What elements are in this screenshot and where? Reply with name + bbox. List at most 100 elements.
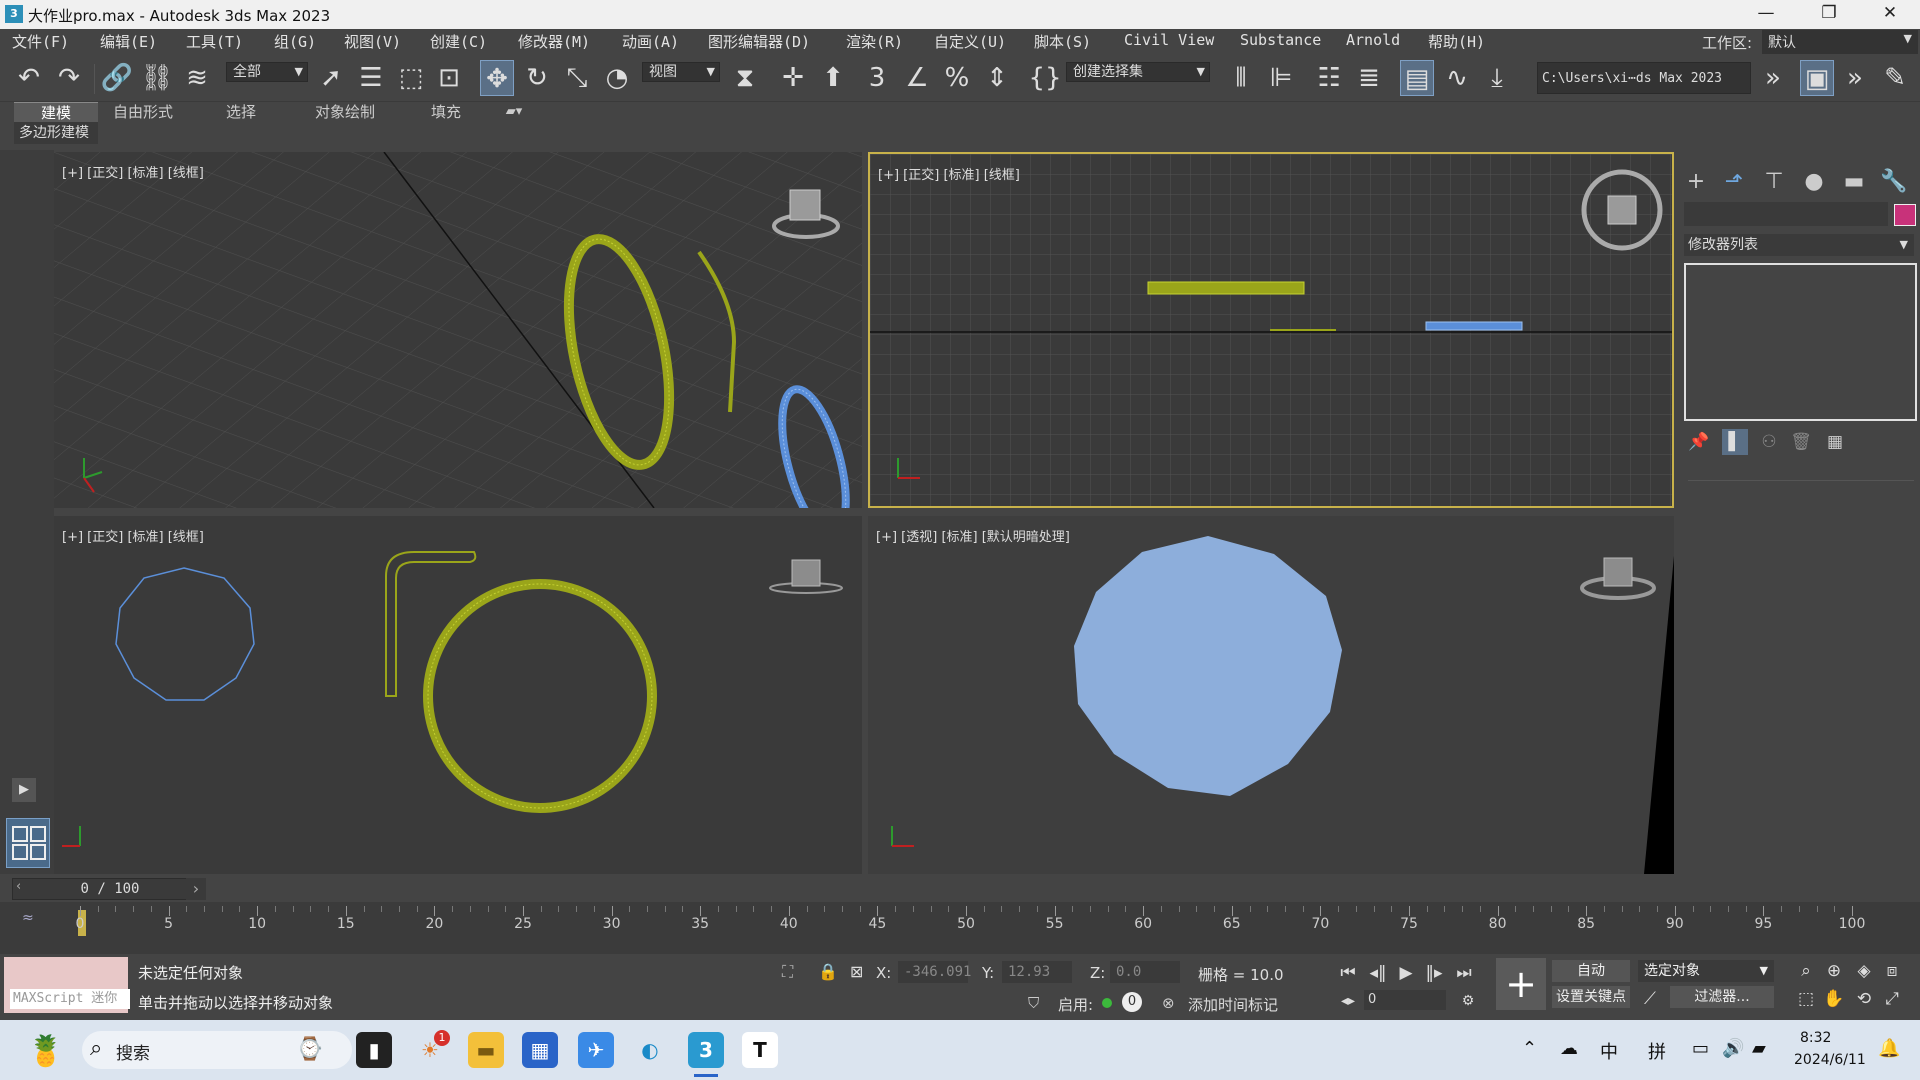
menu-rendering[interactable]: 渲染(R) [846, 31, 903, 52]
torus-yellow-top[interactable] [423, 579, 657, 813]
menu-edit[interactable]: 编辑(E) [100, 31, 157, 52]
mirror-icon[interactable]: ⫴ [1224, 60, 1258, 96]
edit-named-selection-icon[interactable]: {} [1028, 60, 1062, 96]
link-icon[interactable]: 🔗 [100, 60, 134, 96]
create-tab-icon[interactable]: + [1680, 168, 1712, 196]
typora-icon[interactable]: T [742, 1032, 778, 1068]
menu-views[interactable]: 视图(V) [344, 31, 401, 52]
configure-modifier-sets-icon[interactable]: ▦ [1822, 429, 1848, 455]
time-tag-icon[interactable]: ⊗ [1162, 994, 1175, 1012]
chevron-right-icon[interactable]: › [186, 878, 206, 900]
polygon-blue-top[interactable] [115, 567, 255, 701]
start-pineapple-icon[interactable]: 🍍 [26, 1032, 66, 1072]
render-setup-icon[interactable]: ▣ [1800, 60, 1834, 96]
pin-stack-icon[interactable]: 📌 [1686, 429, 1712, 455]
pivot-center-icon[interactable]: ⧗ [728, 60, 762, 96]
isolate-selection-icon[interactable]: ⛶ [782, 962, 793, 982]
maximize-viewport-icon[interactable]: ⤢ [1878, 986, 1906, 1012]
minimize-button[interactable]: — [1740, 0, 1792, 29]
manipulate-icon[interactable]: ✛ [776, 60, 810, 96]
named-selection-dropdown[interactable]: 创建选择集 ▼ [1066, 62, 1210, 82]
curve-editor-icon[interactable]: ∿ [1440, 60, 1474, 96]
feishu-icon[interactable]: ✈ [578, 1032, 614, 1068]
layer-explorer-icon[interactable]: ≣ [1352, 60, 1386, 96]
expand-toolbar-icon-2[interactable]: » [1838, 60, 1872, 96]
align-icon[interactable]: ⊫ [1264, 60, 1298, 96]
current-frame-field[interactable]: 0 [1364, 990, 1446, 1010]
maxscript-input[interactable]: MAXScript 迷你 [10, 989, 130, 1009]
play-icon[interactable]: ▶ [1392, 960, 1420, 986]
viewport-bottom-left[interactable]: [+] [正交] [标准] [线框] [54, 516, 862, 874]
object-name-input[interactable] [1684, 202, 1888, 226]
menu-substance[interactable]: Substance [1240, 31, 1321, 49]
3dsmax-taskbar-icon[interactable]: 3 [688, 1032, 724, 1068]
orbit-icon[interactable]: ⟲ [1850, 986, 1878, 1012]
ime-language[interactable]: 中 [1600, 1038, 1618, 1064]
select-object-icon[interactable]: ➚ [314, 60, 348, 96]
task-view-icon[interactable]: ▮ [356, 1032, 392, 1068]
viewport-top-right[interactable]: [+] [正交] [标准] [线框] [868, 152, 1674, 508]
menu-group[interactable]: 组(G) [274, 31, 316, 52]
render-iterative-icon[interactable]: ✎ [1878, 60, 1912, 96]
key-mode-toggle-icon[interactable]: ◂▸ [1334, 988, 1362, 1014]
time-slider[interactable]: ‹ 0 / 100 [12, 878, 206, 900]
menu-customize[interactable]: 自定义(U) [934, 31, 1006, 52]
pan-view-icon[interactable]: ✋ [1820, 986, 1848, 1012]
chevron-up-icon[interactable]: ⌃ [1522, 1038, 1537, 1059]
volume-icon[interactable]: 🔊 [1722, 1038, 1744, 1059]
field-of-view-icon[interactable]: ⬚ [1792, 986, 1820, 1012]
track-bar[interactable]: ≈ 0 5 10 15 20 25 30 35 40 45 50 55 60 65 70 75 80 85 90 95… [0, 902, 1920, 954]
select-and-move-icon[interactable]: ✥ [480, 60, 514, 96]
project-path-dropdown[interactable]: C:\Users\xi⋯ds Max 2023 [1537, 62, 1751, 94]
viewcube-icon[interactable] [769, 559, 843, 594]
tab-freeform[interactable]: 自由形式 [104, 102, 182, 122]
x-coordinate-field[interactable]: -346.091 [898, 961, 971, 983]
tab-populate[interactable]: 填充 [416, 102, 476, 122]
ime-mode[interactable]: 拼 [1648, 1038, 1666, 1064]
expand-toolbar-icon[interactable]: » [1756, 60, 1790, 96]
selection-filter-dropdown[interactable]: 全部 ▼ [226, 62, 308, 82]
workspace-dropdown[interactable]: 默认 ▼ [1762, 30, 1918, 54]
menu-file[interactable]: 文件(F) [12, 31, 69, 52]
tab-object-paint[interactable]: 对象绘制 [300, 102, 390, 122]
window-crossing-icon[interactable]: ⊡ [432, 60, 466, 96]
go-to-start-icon[interactable]: ⏮ [1334, 960, 1362, 986]
menu-arnold[interactable]: Arnold [1346, 31, 1400, 49]
menu-civil-view[interactable]: Civil View [1124, 31, 1214, 49]
menu-animation[interactable]: 动画(A) [622, 31, 679, 52]
viewport-label[interactable]: [+] [正交] [标准] [线框] [62, 162, 204, 181]
restore-button[interactable]: ❐ [1803, 0, 1855, 29]
viewport-top-left[interactable]: [+] [正交] [标准] [线框] [54, 152, 862, 508]
taskbar-search[interactable]: ⌕ 搜索 ⌚ [82, 1031, 352, 1069]
clock-time[interactable]: 8:32 [1800, 1030, 1831, 1046]
hierarchy-tab-icon[interactable]: ⊤ [1758, 168, 1790, 196]
close-button[interactable]: ✕ [1864, 0, 1916, 29]
menu-tools[interactable]: 工具(T) [186, 31, 243, 52]
modify-tab-icon[interactable]: ⬏ [1718, 168, 1750, 196]
scene-explorer-icon[interactable]: ☷ [1312, 60, 1346, 96]
snaps-toggle-icon[interactable]: 3 [860, 60, 894, 96]
clock-date[interactable]: 2024/6/11 [1794, 1052, 1866, 1068]
key-filters-button[interactable]: 过滤器... [1670, 986, 1774, 1008]
onedrive-cloud-icon[interactable]: ☁ [1560, 1038, 1578, 1059]
utilities-tab-icon[interactable]: 🔧 [1878, 168, 1910, 196]
add-time-tag[interactable]: 添加时间标记 [1188, 994, 1278, 1015]
select-and-place-icon[interactable]: ◔ [600, 60, 634, 96]
select-and-scale-icon[interactable]: ⤡ [560, 60, 594, 96]
expand-panel-icon[interactable]: ▶ [12, 778, 36, 802]
torus-blue-front[interactable] [1425, 321, 1523, 331]
zoom-extents-all-icon[interactable]: ⧈ [1878, 958, 1906, 984]
realtime-toggle[interactable]: 0 [1122, 992, 1142, 1012]
edge-browser-icon[interactable]: ◐ [632, 1032, 668, 1068]
polygon-blue-shaded[interactable] [1074, 536, 1342, 796]
object-color-swatch[interactable] [1894, 204, 1916, 226]
keyboard-shortcut-override-icon[interactable]: ⬆ [816, 60, 850, 96]
network-icon[interactable]: ▭ [1692, 1038, 1709, 1059]
maxscript-listener[interactable]: MAXScript 迷你 [4, 957, 130, 1013]
auto-key-button[interactable]: 自动 [1552, 960, 1630, 982]
ribbon-options-icon[interactable]: ▰▾ [496, 102, 532, 122]
modifier-stack[interactable] [1684, 263, 1917, 421]
set-key-icon[interactable]: + [1496, 958, 1546, 1010]
menu-modifiers[interactable]: 修改器(M) [518, 31, 590, 52]
tab-modeling[interactable]: 建模 [14, 102, 98, 122]
